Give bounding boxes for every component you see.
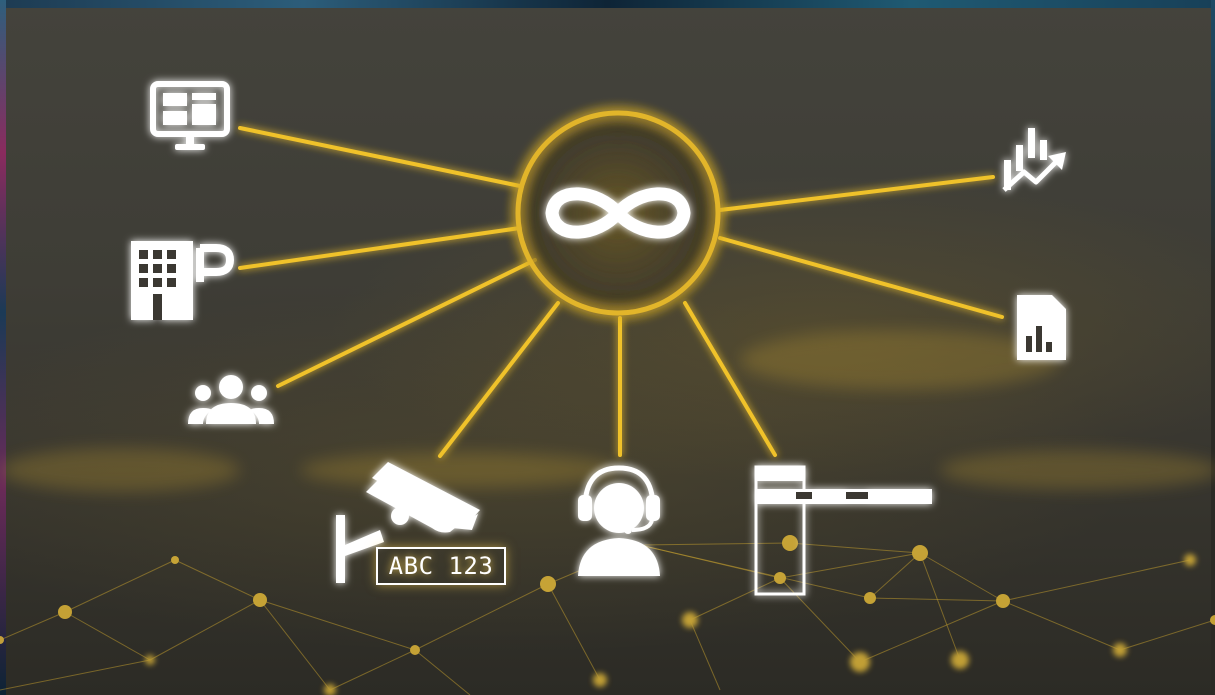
analytics-chart-icon (1002, 128, 1066, 192)
customer-support-headset-icon (578, 465, 660, 576)
license-plate-label: ABC 123 (376, 547, 506, 585)
people-group-icon (188, 375, 274, 424)
parking-building-icon (131, 241, 235, 320)
monitor-dashboard-icon (150, 81, 230, 150)
network-illustration: ABC 123 (0, 0, 1215, 695)
report-document-icon (1017, 295, 1066, 360)
network-svg (0, 81, 1215, 695)
